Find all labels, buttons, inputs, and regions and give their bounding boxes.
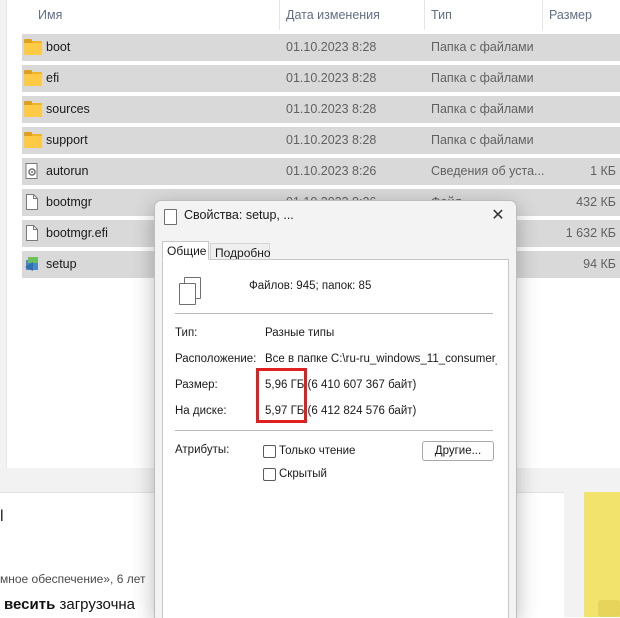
file-name: boot — [46, 40, 71, 54]
file-type: Папка с файлами — [431, 71, 534, 85]
column-header-date[interactable]: Дата изменения — [280, 0, 425, 30]
file-date: 01.10.2023 8:28 — [286, 40, 377, 54]
column-header-row: Имя ^ Дата изменения Тип Размер — [22, 0, 620, 30]
setup-icon — [24, 256, 42, 272]
column-header-type-label: Тип — [431, 8, 452, 22]
column-header-type[interactable]: Тип — [425, 0, 543, 30]
column-header-name[interactable]: Имя — [32, 0, 280, 30]
web-yellow-button[interactable] — [598, 600, 620, 617]
sort-ascending-icon: ^ — [172, 0, 177, 5]
type-value: Разные типы — [265, 327, 335, 339]
file-name: sources — [46, 102, 90, 116]
file-size: 432 КБ — [576, 195, 616, 209]
close-button[interactable]: ✕ — [486, 204, 510, 228]
navigation-pane-edge — [0, 0, 7, 468]
file-date: 01.10.2023 8:28 — [286, 133, 377, 147]
folder-icon — [24, 39, 42, 55]
file-row-efi[interactable]: efi 01.10.2023 8:28 Папка с файлами — [22, 65, 620, 92]
file-type: Папка с файлами — [431, 102, 534, 116]
settings-file-icon — [24, 163, 42, 179]
tab-details[interactable]: Подробно — [210, 243, 271, 260]
file-type: Сведения об уста... — [431, 164, 545, 178]
advanced-attributes-button[interactable]: Другие... — [422, 441, 494, 461]
file-type: Папка с файлами — [431, 40, 534, 54]
file-date: 01.10.2023 8:28 — [286, 71, 377, 85]
file-size: 1 КБ — [590, 164, 616, 178]
divider — [175, 313, 493, 314]
hidden-label: Скрытый — [279, 468, 327, 480]
web-yellow-banner — [584, 492, 620, 617]
file-row-boot[interactable]: boot 01.10.2023 8:28 Папка с файлами — [22, 34, 620, 61]
file-date: 01.10.2023 8:26 — [286, 164, 377, 178]
file-row-support[interactable]: support 01.10.2023 8:28 Папка с файлами — [22, 127, 620, 154]
file-name: bootmgr — [46, 195, 92, 209]
file-type: Папка с файлами — [431, 133, 534, 147]
web-text-fragment: l — [0, 508, 4, 525]
file-name: support — [46, 133, 88, 147]
readonly-checkbox[interactable] — [263, 445, 276, 458]
file-row-autorun[interactable]: autorun 01.10.2023 8:26 Сведения об уста… — [22, 158, 620, 185]
properties-dialog: Свойства: setup, ... ✕ Общие Подробно Фа… — [154, 200, 517, 618]
file-name: autorun — [46, 164, 89, 178]
column-header-name-label: Имя — [38, 8, 63, 22]
divider — [175, 430, 493, 431]
type-label: Тип: — [175, 327, 198, 339]
file-size: 94 КБ — [583, 257, 616, 271]
file-icon — [24, 194, 42, 210]
file-date: 01.10.2023 8:28 — [286, 102, 377, 116]
location-value: Все в папке C:\ru-ru_windows_11_consumer… — [265, 353, 497, 365]
folder-icon — [24, 70, 42, 86]
folder-icon — [24, 101, 42, 117]
annotation-highlight-box — [256, 368, 307, 423]
web-side-gap — [564, 492, 584, 617]
folder-icon — [24, 132, 42, 148]
column-header-size[interactable]: Размер — [543, 0, 620, 30]
size-label: Размер: — [175, 379, 218, 391]
column-header-date-label: Дата изменения — [286, 8, 380, 22]
hidden-checkbox[interactable] — [263, 468, 276, 481]
web-bold-word: весить — [4, 596, 56, 613]
tab-general[interactable]: Общие — [162, 241, 209, 260]
location-label: Расположение: — [175, 353, 257, 365]
file-row-sources[interactable]: sources 01.10.2023 8:28 Папка с файлами — [22, 96, 620, 123]
file-name: setup — [46, 257, 77, 271]
document-icon — [164, 209, 177, 225]
web-article-text: весить загрузочна — [4, 596, 135, 613]
web-article-meta: мное обеспечение», 6 лет — [0, 572, 146, 586]
general-tab-panel: Файлов: 945; папок: 85 Тип: Разные типы … — [162, 259, 509, 618]
file-name: efi — [46, 71, 60, 85]
file-size: 1 632 КБ — [565, 226, 616, 240]
file-name: bootmgr.efi — [46, 226, 108, 240]
multiple-files-icon — [179, 277, 205, 305]
file-icon — [24, 225, 42, 241]
readonly-label: Только чтение — [279, 445, 356, 457]
web-text-rest: загрузочна — [55, 596, 136, 613]
disk-size-label: На диске: — [175, 405, 227, 417]
files-folders-summary: Файлов: 945; папок: 85 — [249, 280, 372, 292]
column-header-size-label: Размер — [549, 8, 592, 22]
dialog-title: Свойства: setup, ... — [184, 208, 294, 222]
attributes-label: Атрибуты: — [175, 444, 230, 456]
